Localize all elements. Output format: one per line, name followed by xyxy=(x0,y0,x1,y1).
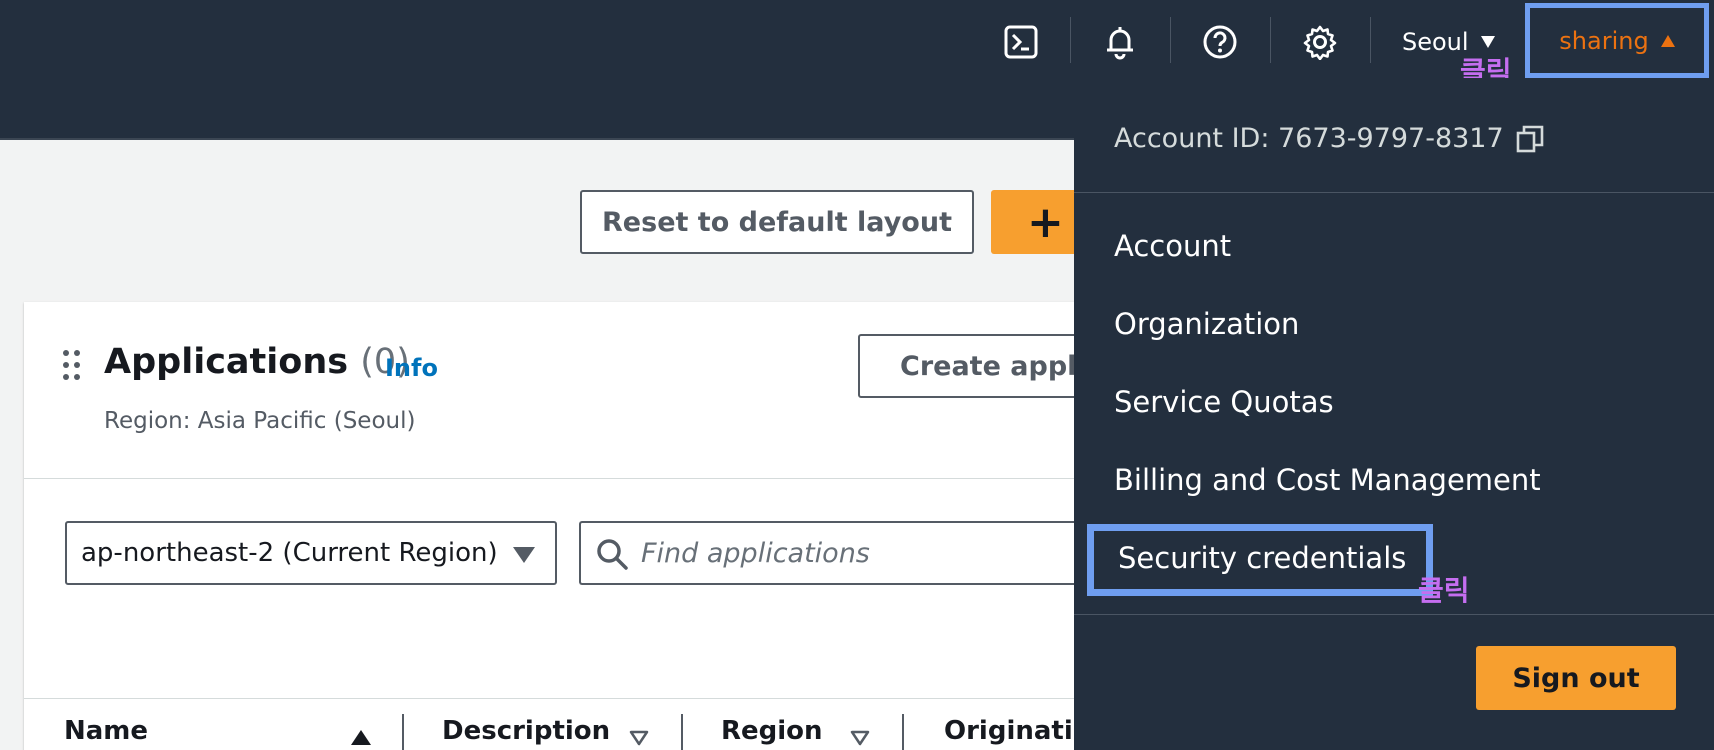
region-label: Seoul xyxy=(1402,28,1469,56)
caret-down-icon xyxy=(513,547,535,563)
drag-handle-icon[interactable] xyxy=(63,350,81,382)
account-id: Account ID: 7673-9797-8317 xyxy=(1114,123,1544,154)
cloudshell-icon[interactable] xyxy=(999,20,1043,64)
menu-item-organization[interactable]: Organization xyxy=(1114,307,1299,341)
account-menu-label: sharing xyxy=(1559,26,1649,55)
column-header-region[interactable]: Region xyxy=(721,716,823,746)
account-dropdown-menu: Account ID: 7673-9797-8317 Account Organ… xyxy=(1074,78,1714,750)
nav-separator xyxy=(1170,17,1171,63)
column-separator[interactable] xyxy=(902,714,904,750)
search-box xyxy=(579,521,1124,585)
panel-title-text: Applications xyxy=(104,342,349,382)
column-header-name[interactable]: Name xyxy=(64,716,148,746)
account-menu-button[interactable]: sharing xyxy=(1525,3,1709,78)
menu-item-billing[interactable]: Billing and Cost Management xyxy=(1114,463,1541,497)
info-link[interactable]: Info xyxy=(385,354,438,382)
nav-separator xyxy=(1070,17,1071,63)
dropdown-divider xyxy=(1074,614,1714,615)
reset-layout-button[interactable]: Reset to default layout xyxy=(580,190,974,254)
sort-icon[interactable] xyxy=(629,730,649,746)
sign-out-button[interactable]: Sign out xyxy=(1476,646,1676,710)
sort-icon[interactable] xyxy=(850,730,870,746)
nav-separator xyxy=(1370,17,1371,63)
menu-item-security-credentials[interactable]: Security credentials xyxy=(1087,524,1434,596)
panel-title: Applications (0) xyxy=(104,342,410,382)
help-icon[interactable] xyxy=(1198,20,1242,64)
chevron-down-icon xyxy=(1480,36,1495,48)
table-divider xyxy=(24,698,1124,699)
menu-item-account[interactable]: Account xyxy=(1114,229,1231,263)
click-annotation: 클릭 xyxy=(1418,574,1470,607)
panel-region-text: Region: Asia Pacific (Seoul) xyxy=(104,408,416,434)
region-filter-select[interactable]: ap-northeast-2 (Current Region) xyxy=(65,521,557,585)
nav-separator xyxy=(1270,17,1271,63)
bell-icon[interactable] xyxy=(1098,20,1142,64)
account-id-text: Account ID: 7673-9797-8317 xyxy=(1114,123,1504,154)
search-icon xyxy=(597,539,628,570)
chevron-up-icon xyxy=(1660,34,1675,47)
copy-icon[interactable] xyxy=(1516,125,1544,153)
search-input[interactable] xyxy=(641,531,1111,575)
column-header-description[interactable]: Description xyxy=(442,716,610,746)
dropdown-divider xyxy=(1074,192,1714,193)
region-filter-value: ap-northeast-2 (Current Region) xyxy=(81,538,498,568)
column-separator[interactable] xyxy=(681,714,683,750)
menu-item-service-quotas[interactable]: Service Quotas xyxy=(1114,385,1334,419)
applications-panel: Applications (0) Info Region: Asia Pacif… xyxy=(24,302,1124,750)
column-separator[interactable] xyxy=(402,714,404,750)
sort-ascending-icon[interactable] xyxy=(351,730,371,745)
gear-icon[interactable] xyxy=(1298,20,1342,64)
panel-divider xyxy=(24,478,1124,479)
